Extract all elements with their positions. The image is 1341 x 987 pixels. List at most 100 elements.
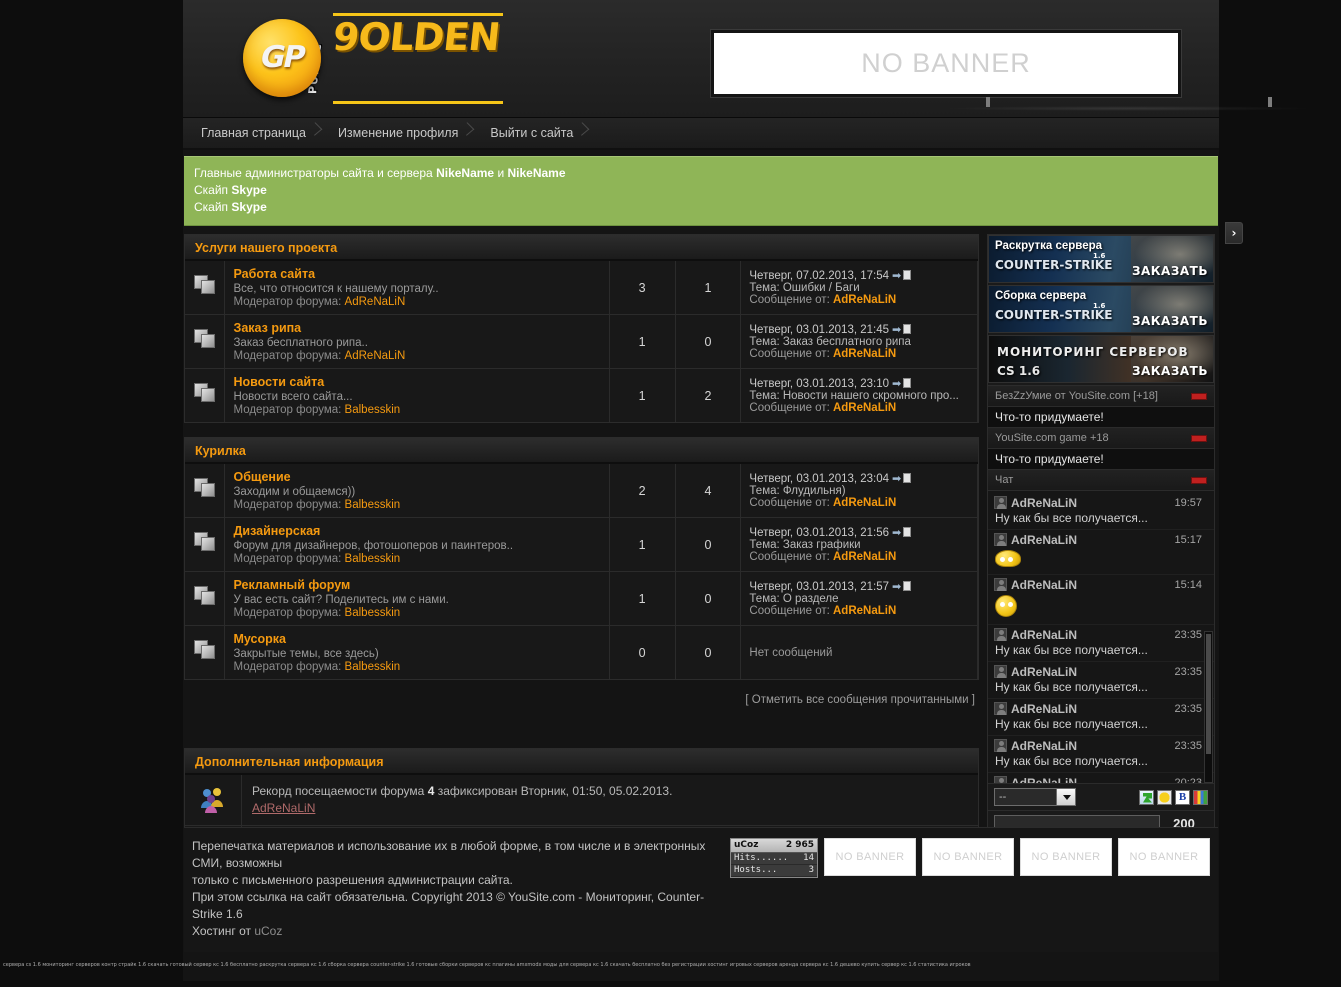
goto-arrow-icon[interactable]: ➡ [892, 473, 901, 485]
chat-username[interactable]: AdReNaLiN [1011, 666, 1077, 678]
widget-header-bezzzumie[interactable]: БезZzУмие от YouSite.com [+18] [988, 386, 1214, 407]
table-row[interactable]: Заказ рипа Заказ бесплатного рипа.. Моде… [185, 314, 978, 369]
moderator-link[interactable]: Balbesskin [345, 499, 401, 511]
ucoz-link[interactable]: uCoz [254, 924, 282, 938]
moderator-link[interactable]: AdReNaLiN [345, 296, 406, 308]
goto-arrow-icon[interactable]: ➡ [892, 378, 901, 390]
chat-username[interactable]: AdReNaLiN [1011, 740, 1077, 752]
nav-item-profile[interactable]: Изменение профиля [328, 117, 480, 149]
widget-header-chat[interactable]: Чат [988, 470, 1214, 491]
goto-arrow-icon[interactable]: ➡ [892, 581, 901, 593]
chat-scrollbar-thumb[interactable] [1206, 634, 1211, 754]
forum-link[interactable]: Дизайнерская [233, 524, 600, 538]
record-user-link[interactable]: AdReNaLiN [252, 801, 315, 815]
footer-banner-2[interactable]: NO BANNER [922, 838, 1014, 876]
site-logo[interactable]: 9OLDENPUBLIC [243, 12, 504, 104]
smiley-gun-icon [995, 550, 1021, 567]
goto-arrow-icon[interactable]: ➡ [892, 527, 901, 539]
last-post-author-wrap: Сообщение от: AdReNaLiN [749, 497, 897, 509]
moderator-link[interactable]: Balbesskin [345, 553, 401, 565]
goto-arrow-icon[interactable]: ➡ [892, 324, 901, 336]
page-icon[interactable] [903, 378, 912, 388]
ad-banner-monitoring[interactable]: МОНИТОРИНГ СЕРВЕРОВ CS 1.6 ЗАКАЗАТЬ [988, 335, 1214, 383]
last-post-date-wrap: Четверг, 03.01.2013, 23:10 ➡ [749, 377, 969, 390]
chat-message-list[interactable]: AdReNaLiN 19:57 Ну как бы все получается… [988, 491, 1214, 783]
nav-item-home[interactable]: Главная страница [191, 117, 328, 149]
last-post-cell: Четверг, 03.01.2013, 23:04 ➡ Тема: Флудил… [740, 464, 978, 518]
page-icon[interactable] [903, 324, 912, 334]
forum-link[interactable]: Общение [233, 470, 600, 484]
widget-header-game[interactable]: YouSite.com game +18 [988, 428, 1214, 449]
last-post-topic[interactable]: Тема: Новости нашего скромного про... [749, 390, 969, 402]
skype-link-2[interactable]: Skype [231, 200, 266, 214]
footer-banner-3[interactable]: NO BANNER [1020, 838, 1112, 876]
forum-link[interactable]: Работа сайта [233, 267, 600, 281]
moderator-link[interactable]: AdReNaLiN [345, 350, 406, 362]
chat-tool-icons: B [1139, 789, 1208, 805]
last-post-topic[interactable]: Тема: Заказ бесплатного рипа [749, 336, 969, 348]
author-link[interactable]: AdReNaLiN [833, 605, 896, 617]
author-link[interactable]: AdReNaLiN [833, 497, 896, 509]
moderator-link[interactable]: Balbesskin [345, 607, 401, 619]
refresh-icon[interactable] [1139, 789, 1154, 805]
sidebar-toggle-arrow-icon[interactable]: › [1225, 222, 1243, 244]
chat-username[interactable]: AdReNaLiN [1011, 497, 1077, 509]
admin-name-1: NikeName [436, 166, 495, 180]
forum-link[interactable]: Заказ рипа [233, 321, 600, 335]
chat-message-text: Ну как бы все получается... [995, 754, 1148, 768]
ucoz-counter[interactable]: uCoz 2 965 Hits...... 14 Hosts... 3 [730, 838, 818, 878]
nav-item-logout[interactable]: Выйти с сайта [480, 117, 595, 149]
forum-link[interactable]: Новости сайта [233, 375, 600, 389]
table-row[interactable]: Мусорка Закрытые темы, все здесь) Модера… [185, 625, 978, 679]
page-icon[interactable] [903, 527, 912, 537]
moderator-link[interactable]: Balbesskin [345, 404, 401, 416]
page-icon[interactable] [903, 270, 912, 280]
chat-timestamp: 23:35 [1174, 629, 1202, 641]
last-post-author-wrap: Сообщение от: AdReNaLiN [749, 294, 897, 306]
chat-username[interactable]: AdReNaLiN [1011, 703, 1077, 715]
top-banner[interactable]: NO BANNER [710, 29, 1182, 98]
chat-username[interactable]: AdReNaLiN [1011, 777, 1077, 784]
last-post-date-wrap: Четверг, 07.02.2013, 17:54 ➡ [749, 269, 969, 282]
color-palette-icon[interactable] [1193, 789, 1208, 805]
last-post-topic[interactable]: Тема: О разделе [749, 593, 969, 605]
table-row[interactable]: Новости сайта Новости всего сайта... Мод… [185, 368, 978, 422]
smiley-picker-icon[interactable] [1157, 789, 1172, 805]
skype-link-1[interactable]: Skype [231, 183, 266, 197]
chat-username[interactable]: AdReNaLiN [1011, 579, 1077, 591]
author-link[interactable]: AdReNaLiN [833, 348, 896, 360]
last-post-topic[interactable]: Тема: Флудильня) [749, 485, 969, 497]
footer-banner-4[interactable]: NO BANNER [1118, 838, 1210, 876]
page-icon[interactable] [903, 581, 912, 591]
chat-scrollbar[interactable] [1204, 631, 1213, 783]
ad-banner-promotion[interactable]: Раскрутка сервера COUNTER-STRIKE 1.6 ЗАК… [988, 235, 1214, 283]
forum-link[interactable]: Мусорка [233, 632, 600, 646]
goto-arrow-icon[interactable]: ➡ [892, 270, 901, 282]
last-post-topic[interactable]: Тема: Заказ графики [749, 539, 969, 551]
author-link[interactable]: AdReNaLiN [833, 551, 896, 563]
last-post-author-wrap: Сообщение от: AdReNaLiN [749, 551, 897, 563]
users-group-icon [185, 775, 242, 825]
chevron-down-icon[interactable] [1056, 789, 1075, 805]
last-post-topic[interactable]: Тема: Ошибки / Баги [749, 282, 969, 294]
table-row[interactable]: Рекламный форум У вас есть сайт? Поделит… [185, 571, 978, 626]
page-icon[interactable] [903, 473, 912, 483]
table-row[interactable]: Общение Заходим и общаемся)) Модератор ф… [185, 464, 978, 518]
collapse-icon[interactable] [1191, 434, 1207, 442]
table-row[interactable]: Дизайнерская Форум для дизайнеров, фотош… [185, 517, 978, 572]
moderator-link[interactable]: Balbesskin [345, 661, 401, 673]
chat-username[interactable]: AdReNaLiN [1011, 629, 1077, 641]
chat-recipient-select[interactable]: -- [994, 788, 1076, 806]
author-link[interactable]: AdReNaLiN [833, 294, 896, 306]
collapse-icon[interactable] [1191, 392, 1207, 400]
collapse-icon[interactable] [1191, 476, 1207, 484]
bold-icon[interactable]: B [1175, 789, 1190, 805]
forum-link[interactable]: Рекламный форум [233, 578, 600, 592]
ad-banner-build[interactable]: Сборка сервера COUNTER-STRIKE 1.6 ЗАКАЗА… [988, 285, 1214, 333]
author-link[interactable]: AdReNaLiN [833, 402, 896, 414]
chat-username[interactable]: AdReNaLiN [1011, 534, 1077, 546]
footer-banner-1[interactable]: NO BANNER [824, 838, 916, 876]
topics-count: 1 [609, 314, 676, 369]
mark-all-read-link[interactable]: [ Отметить все сообщения прочитанными ] [184, 694, 975, 706]
table-row[interactable]: Работа сайта Все, что относится к нашему… [185, 261, 978, 315]
